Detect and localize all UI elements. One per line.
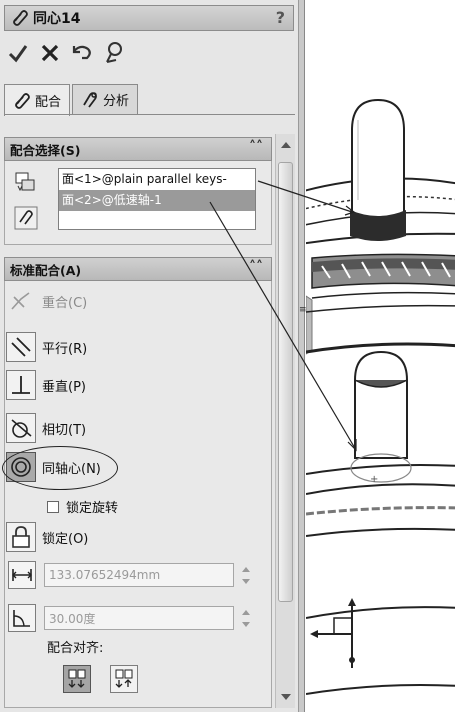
mate-selection-list[interactable]: 面<1>@plain parallel keys- 面<2>@低速轴-1: [58, 168, 256, 230]
pin-button[interactable]: [102, 41, 126, 65]
cancel-icon: [41, 44, 59, 62]
help-button[interactable]: ?: [276, 8, 285, 27]
graphics-area[interactable]: +: [306, 0, 455, 712]
ok-button[interactable]: [6, 41, 30, 65]
lock-icon: [6, 522, 36, 552]
panel-scrollbar[interactable]: [275, 134, 295, 708]
pin-icon: [106, 42, 122, 63]
mate-parallel-label: 平行(R): [42, 341, 88, 357]
distance-icon: [8, 561, 36, 589]
mate-tangent-label: 相切(T): [42, 422, 87, 438]
distance-field[interactable]: 133.07652494mm: [8, 561, 254, 589]
scroll-up-arrow[interactable]: [281, 142, 291, 148]
panel-splitter[interactable]: ≡: [299, 0, 307, 712]
mate-lock-label: 锁定(O): [42, 531, 89, 547]
anti-aligned-icon: [115, 669, 133, 688]
standard-mates-title: 标准配合(A): [10, 262, 82, 278]
angle-spinner[interactable]: [238, 606, 254, 630]
selection-item-selected[interactable]: 面<2>@低速轴-1: [59, 190, 255, 211]
paperclip-icon: [15, 92, 30, 109]
action-toolbar: [6, 38, 126, 68]
undo-button[interactable]: [70, 41, 94, 65]
property-tabs: 配合 分析: [4, 84, 140, 116]
coincident-icon: [6, 286, 36, 316]
collapse-tab[interactable]: [306, 295, 313, 355]
ok-icon: [8, 45, 28, 63]
property-manager-title-bar: 同心14 ?: [4, 5, 294, 31]
angle-icon: [8, 604, 36, 632]
parallel-icon: [6, 332, 36, 362]
splitter-grip-icon[interactable]: ≡: [299, 306, 307, 322]
mate-parallel[interactable]: 平行(R): [6, 331, 87, 363]
standard-mates-header[interactable]: 标准配合(A) ˄˄: [4, 257, 272, 281]
lock-rotation-label: 锁定旋转: [66, 501, 119, 516]
mate-selections-title: 配合选择(S): [10, 142, 81, 158]
concentric-highlight-ellipse: [2, 446, 118, 490]
angle-field[interactable]: 30.00度: [8, 604, 254, 632]
mate-paperclip-icon: [13, 10, 28, 26]
lock-rotation-checkbox[interactable]: 锁定旋转: [47, 497, 118, 516]
mate-lock[interactable]: 锁定(O): [6, 521, 88, 553]
mate-alignment-label: 配合对齐:: [47, 641, 104, 656]
cancel-button[interactable]: [38, 41, 62, 65]
mate-coincident-label: 重合(C): [42, 295, 88, 311]
distance-spinner[interactable]: [238, 563, 254, 587]
tab-analysis[interactable]: 分析: [72, 84, 139, 114]
tangent-icon: [6, 413, 36, 443]
tab-analysis-label: 分析: [103, 94, 130, 109]
collapse-chevron-icon[interactable]: ˄˄: [249, 259, 263, 275]
align-aligned-button[interactable]: [63, 665, 91, 693]
mate-tangent[interactable]: 相切(T): [6, 412, 86, 444]
property-manager-title: 同心14: [33, 11, 81, 27]
svg-text:+: +: [370, 474, 378, 485]
selection-list-icon: [14, 170, 38, 198]
scroll-thumb[interactable]: [278, 162, 293, 602]
aligned-icon: [68, 669, 86, 688]
align-anti-aligned-button[interactable]: [110, 665, 138, 693]
triad-icon: [310, 598, 356, 668]
selection-item[interactable]: 面<1>@plain parallel keys-: [59, 169, 255, 190]
undo-icon: [72, 45, 91, 60]
mate-coincident[interactable]: 重合(C): [6, 285, 87, 317]
mate-selections-header[interactable]: 配合选择(S) ˄˄: [4, 137, 272, 161]
angle-input[interactable]: 30.00度: [44, 606, 234, 630]
scroll-down-arrow[interactable]: [281, 694, 291, 700]
mate-perpendicular[interactable]: 垂直(P): [6, 369, 86, 401]
tab-mates-label: 配合: [35, 95, 62, 110]
selection-pin-icon[interactable]: [14, 206, 38, 234]
mate-perpendicular-label: 垂直(P): [42, 379, 86, 395]
assembly-view[interactable]: +: [306, 0, 455, 712]
checkbox-box[interactable]: [47, 500, 59, 513]
tab-mates[interactable]: 配合: [4, 84, 71, 116]
distance-input[interactable]: 133.07652494mm: [44, 563, 234, 587]
tab-divider: [4, 114, 295, 115]
collapse-chevron-icon[interactable]: ˄˄: [249, 139, 263, 155]
perpendicular-icon: [6, 370, 36, 400]
analysis-icon: [83, 91, 97, 108]
